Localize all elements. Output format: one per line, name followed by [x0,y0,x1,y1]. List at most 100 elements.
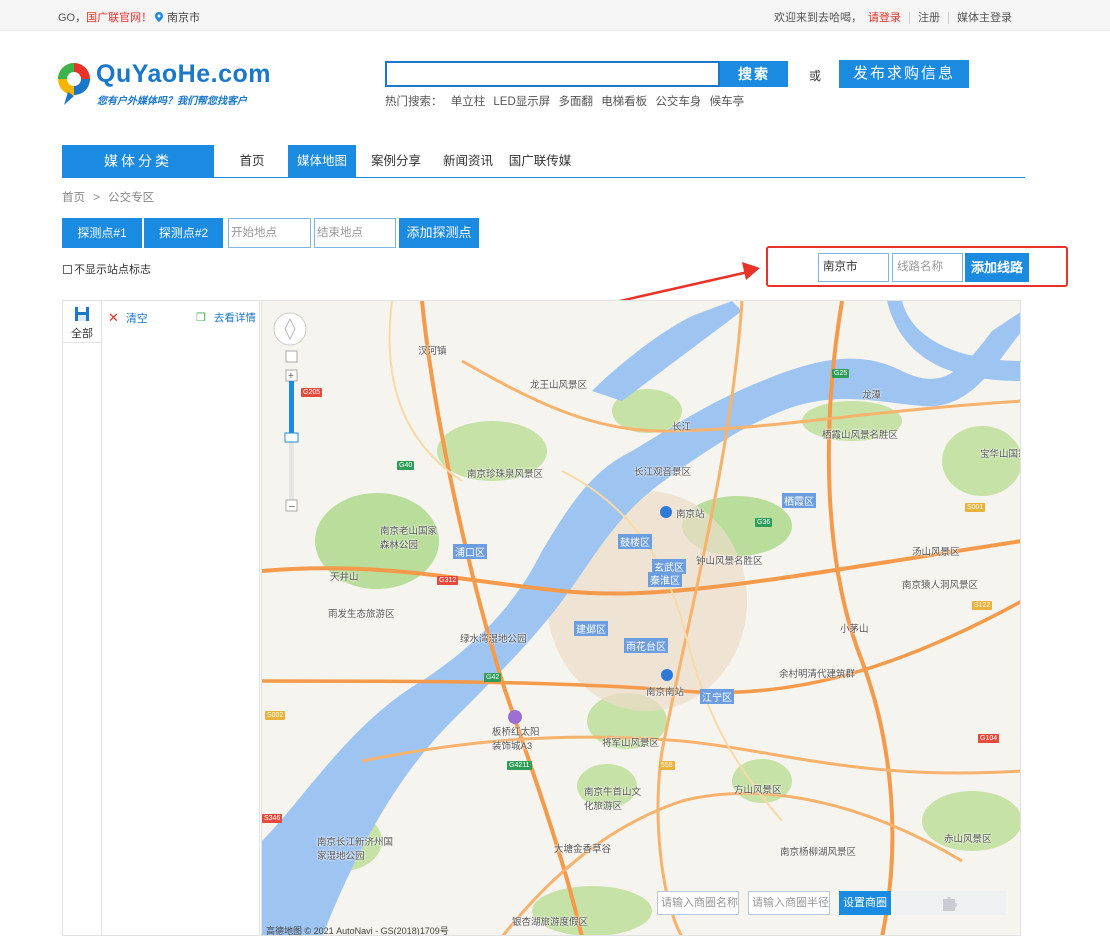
hot-search-item[interactable]: LED显示屏 [493,96,550,108]
set-store-button[interactable]: 设置商圈 [839,891,891,915]
map-label: 将军山风景区 [602,738,660,749]
nav-case-share[interactable]: 案例分享 [368,145,424,177]
map-label: 雨发生态旅游区 [328,609,395,620]
breadcrumb: 首页 > 公交专区 [62,189,154,205]
map-label: 龙潭 [862,390,882,401]
district-label: 鼓楼区 [618,534,652,549]
add-probe-button[interactable]: 添加探测点 [399,218,479,248]
map-label: 天井山 [330,572,359,583]
map-label: 长江观音景区 [634,467,692,478]
map-label: 南京牛首山文化旅游区 [584,787,642,812]
map-label: 大塘金香草谷 [554,844,612,855]
map-label: 南京站 [676,509,705,520]
hide-station-checkbox[interactable]: 不显示站点标志 [63,261,151,277]
map-label: 南京老山国家森林公园 [380,526,438,551]
close-icon: ✕ [108,310,119,325]
probe-1-button[interactable]: 探测点#1 [62,218,142,248]
breadcrumb-current: 公交专区 [108,192,155,204]
map-label: 栖霞山风景名胜区 [822,430,899,441]
breadcrumb-separator: > [93,192,100,204]
welcome-text: 欢迎来到去哈喝， [774,12,862,24]
checkbox-icon[interactable] [63,265,72,274]
line-city-input[interactable]: 南京市 [818,253,889,282]
map-label: 南京长江新济州国家湿地公园 [317,837,394,862]
map-label: 长江 [672,422,692,433]
map-copyright: 高德地图 © 2021 AutoNavi - GS(2018)1709号 [266,926,449,936]
road-shield: G4211 [507,761,532,770]
media-category-button[interactable]: 媒体分类 [62,145,214,177]
svg-text:–: – [289,501,295,512]
logo-name: QuYaoHe.com [96,60,271,88]
add-line-button[interactable]: 添加线路 [965,253,1029,282]
nav-news[interactable]: 新闻资讯 [440,145,496,177]
road-shield: S122 [972,601,993,610]
road-shield: S001 [965,503,986,512]
map-label: 方山风景区 [734,785,782,796]
map-label: 汤山风景区 [912,547,960,558]
breadcrumb-home[interactable]: 首页 [62,192,85,204]
login-link[interactable]: 请登录 [862,12,907,24]
district-label: 建邺区 [574,621,608,636]
publish-request-button[interactable]: 发布求购信息 [839,60,969,88]
view-detail-link[interactable]: ❐ 去看详情 [196,310,256,325]
hot-search-item[interactable]: 候车亭 [710,96,745,108]
hide-station-label: 不显示站点标志 [74,264,151,276]
clear-button[interactable]: ✕ 清空 [108,310,148,326]
logo-mark-icon [58,63,90,105]
map-label: 银杏湖旅游度假区 [512,917,589,928]
hot-searches: 热门搜索： 单立柱 LED显示屏 多面翻 电梯看板 公交车身 候车亭 [385,93,749,109]
road-shield: G36 [755,518,773,527]
store-radius-input[interactable]: 请输入商圈半径 [748,891,830,915]
map-label: 龙王山风景区 [530,380,588,391]
road-shield: G205 [301,388,323,397]
road-shield: G312 [437,576,459,585]
road-shield: 555 [659,761,675,770]
top-bar: GO，国广联官网！ 南京市 欢迎来到去哈喝， 请登录 注册 媒体主登录 [0,0,1110,31]
road-shield: G40 [397,461,415,470]
nav-guoguanglian[interactable]: 国广联传媒 [506,145,574,177]
logo-slogan: 您有户外媒体吗？我们帮您找客户 [97,96,247,107]
map-label: 钟山风景名胜区 [696,556,763,567]
top-account-links: 欢迎来到去哈喝， 请登录 注册 媒体主登录 [774,9,1018,25]
road-shield: S002 [265,711,286,720]
main-nav: 媒体分类 首页 媒体地图 案例分享 新闻资讯 国广联传媒 [62,145,1025,178]
top-greeting: GO，国广联官网！ [58,9,152,25]
hot-search-label: 热门搜索： [385,96,443,108]
hot-search-item[interactable]: 多面翻 [558,96,593,108]
media-login-link[interactable]: 媒体主登录 [951,12,1018,24]
line-name-input[interactable]: 线路名称 [892,253,963,282]
hot-search-item[interactable]: 公交车身 [655,96,701,108]
probe-2-button[interactable]: 探测点#2 [144,218,223,248]
search-button[interactable]: 搜索 [720,61,788,87]
go-text: GO， [58,12,87,24]
city-name: 南京市 [167,12,200,24]
map-plugin-slot[interactable] [894,891,1006,915]
clear-label: 清空 [125,313,148,325]
hot-search-item[interactable]: 单立柱 [451,96,486,108]
map-label: 南京杨柳湖风景区 [780,847,857,858]
search-input[interactable] [385,61,720,87]
or-text: 或 [809,69,822,83]
map-label: 宝华山国家森林公园 [980,449,1020,460]
all-label: 全部 [71,328,93,340]
hot-search-item[interactable]: 电梯看板 [601,96,647,108]
map-label: 南京猿人洞风景区 [902,580,979,591]
map-label: 小茅山 [840,624,869,635]
official-site-link[interactable]: 国广联官网！ [86,12,152,24]
end-point-input[interactable]: 结束地点 [314,218,396,248]
puzzle-icon [943,897,957,911]
district-label: 雨花台区 [624,638,668,653]
start-point-input[interactable]: 开始地点 [228,218,311,248]
city-selector[interactable]: 南京市 [155,9,200,25]
register-link[interactable]: 注册 [912,12,946,24]
nav-home[interactable]: 首页 [230,145,274,177]
map-label: 汊河镇 [418,346,447,357]
result-panel: ✕ 清空 ❐ 去看详情 [102,300,260,936]
road-shield: S346 [262,814,283,823]
media-map[interactable]: + – 龙王山风景区 栖霞山风景名胜区 宝华山国家森林公园 南京珍珠泉风景区 长… [261,300,1021,936]
nav-media-map[interactable]: 媒体地图 [288,145,356,177]
map-label: 南京珍珠泉风景区 [467,469,544,480]
district-label: 江宁区 [700,689,734,704]
all-category-button[interactable]: 全部 [63,301,101,343]
store-name-input[interactable]: 请输入商圈名称 [657,891,739,915]
